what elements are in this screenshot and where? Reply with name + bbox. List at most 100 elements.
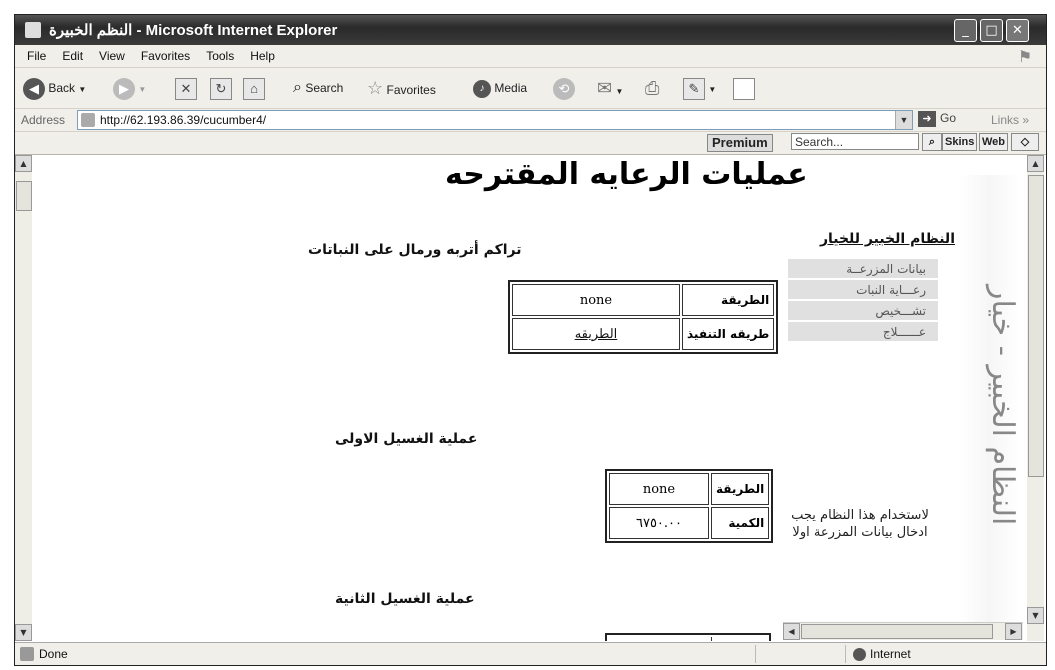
close-button[interactable]: ✕ <box>1006 19 1029 42</box>
links-label: Links <box>991 113 1020 127</box>
address-bar: Address http://62.193.86.39/cucumber4/ ▼… <box>15 109 1046 132</box>
diamond-icon[interactable]: ◇ <box>1011 133 1039 151</box>
edit-dropdown-icon: ▼ <box>708 85 717 94</box>
table-value: الطريقه <box>512 318 680 350</box>
history-button[interactable]: ⟲ <box>553 76 575 100</box>
scroll-down-icon[interactable]: ▼ <box>15 624 32 641</box>
care-table: الطريقة none طريقه التنفيذ الطريقه <box>508 280 779 354</box>
edit-button[interactable]: ✎ ▼ <box>683 76 716 100</box>
care-table: الطريقة none الكمية ٦٧٥٠.٠٠ <box>605 469 774 543</box>
history-icon: ⟲ <box>553 77 575 100</box>
stop-icon: ✕ <box>175 77 197 100</box>
toolbar-search-icon[interactable]: ⌕ <box>922 133 942 151</box>
links-button[interactable]: Links » <box>991 113 1029 127</box>
scroll-thumb[interactable] <box>1028 175 1044 477</box>
address-dropdown-icon[interactable]: ▼ <box>895 111 912 129</box>
table-key: الكمية <box>711 507 770 539</box>
window-title: النظم الخبيرة - Microsoft Internet Explo… <box>49 22 338 39</box>
status-divider <box>845 645 846 663</box>
go-label: Go <box>940 111 957 126</box>
back-label: Back <box>48 81 76 95</box>
search-icon: ⌕ <box>293 79 302 96</box>
maximize-button[interactable]: □ <box>980 19 1003 42</box>
sidebar-item-plant-care[interactable]: رعـــاية النبات <box>788 280 938 300</box>
scroll-thumb[interactable] <box>801 624 993 639</box>
table-row: الطريقة none <box>609 473 770 505</box>
mail-dropdown-icon: ▼ <box>615 87 624 96</box>
star-icon: ☆ <box>367 78 384 98</box>
table-key: الطريقة <box>682 284 775 316</box>
vertical-banner: النظام الخبير - خيار <box>960 175 1020 635</box>
section-heading: عملية الغسيل الاولى <box>335 431 478 447</box>
search-button[interactable]: ⌕ Search <box>293 76 343 100</box>
scroll-up-icon[interactable]: ▲ <box>15 155 32 172</box>
scroll-right-icon[interactable]: ▶ <box>1005 623 1022 640</box>
favorites-button[interactable]: ☆ Favorites <box>367 76 436 100</box>
title-bar: النظم الخبيرة - Microsoft Internet Explo… <box>15 15 1046 45</box>
menu-tools[interactable]: Tools <box>202 49 238 63</box>
table-row: الطريقة none <box>512 284 775 316</box>
status-bar: Done Internet <box>15 642 1046 665</box>
status-divider <box>755 645 756 663</box>
back-arrow-icon: ◀ <box>23 77 45 100</box>
print-button[interactable]: ⎙ <box>645 76 659 100</box>
sidebar-item-farm-data[interactable]: بيانات المزرعــة <box>788 259 938 279</box>
home-button[interactable]: ⌂ <box>243 76 265 100</box>
page-title: عمليات الرعايه المقترحه <box>445 157 808 192</box>
care-table <box>605 633 771 641</box>
forward-button[interactable]: ▶ ▼ <box>113 76 146 100</box>
print-icon: ⎙ <box>645 78 660 98</box>
globe-icon <box>853 648 866 662</box>
mail-button[interactable]: ✉ ▼ <box>597 76 623 100</box>
menu-view[interactable]: View <box>95 49 129 63</box>
premium-button[interactable]: Premium <box>707 134 773 152</box>
standard-toolbar: ◀ Back ▼ ▶ ▼ ✕ ↻ ⌂ ⌕ Search ☆ Favorites … <box>15 68 1046 109</box>
go-button[interactable]: ➜ Go <box>918 111 956 127</box>
sidebar-heading: النظام الخبير للخيار <box>819 231 955 247</box>
status-text: Done <box>39 647 68 661</box>
sidebar-item-diagnosis[interactable]: تشـــخيص <box>788 301 938 321</box>
menu-favorites[interactable]: Favorites <box>137 49 194 63</box>
toolbar-search-input[interactable]: Search... <box>791 133 919 150</box>
discuss-button[interactable] <box>733 76 755 100</box>
zone-label: Internet <box>870 647 911 661</box>
method-link[interactable]: الطريقه <box>575 327 618 342</box>
menu-edit[interactable]: Edit <box>58 49 87 63</box>
sidebar-note: لاستخدام هذا النظام يجب ادخال بيانات الم… <box>791 508 929 540</box>
stop-button[interactable]: ✕ <box>175 76 197 100</box>
scroll-thumb[interactable] <box>16 181 32 211</box>
right-frame-scrollbar[interactable]: ▲ ▼ <box>1027 155 1044 641</box>
minimize-button[interactable]: _ <box>954 19 977 42</box>
search-label: Search <box>305 81 344 95</box>
section-heading: عملية الغسيل الثانية <box>335 591 475 607</box>
web-button[interactable]: Web <box>979 133 1009 151</box>
page-icon <box>81 113 95 127</box>
search-toolbar: Premium Search... ⌕ Skins Web ◇ <box>15 132 1046 155</box>
mail-icon: ✉ <box>597 78 613 98</box>
scroll-up-icon[interactable]: ▲ <box>1027 155 1044 172</box>
skins-button[interactable]: Skins <box>942 133 978 151</box>
address-url: http://62.193.86.39/cucumber4/ <box>100 113 267 127</box>
scroll-left-icon[interactable]: ◀ <box>783 623 800 640</box>
table-value: none <box>609 473 709 505</box>
sidebar-item-treatment[interactable]: عــــــلاج <box>788 322 938 342</box>
forward-arrow-icon: ▶ <box>113 77 135 100</box>
media-button[interactable]: ♪ Media <box>473 76 527 100</box>
left-frame-scrollbar[interactable]: ▲ ▼ <box>15 155 32 641</box>
home-icon: ⌂ <box>243 77 265 100</box>
favorites-label: Favorites <box>386 83 436 97</box>
windows-logo-icon: ⚑ <box>1017 47 1033 66</box>
back-dropdown-icon: ▼ <box>78 85 87 94</box>
table-row: الكمية ٦٧٥٠.٠٠ <box>609 507 770 539</box>
menu-file[interactable]: File <box>23 49 50 63</box>
table-divider <box>711 637 712 641</box>
menu-help[interactable]: Help <box>246 49 279 63</box>
address-input[interactable]: http://62.193.86.39/cucumber4/ ▼ <box>77 110 913 130</box>
refresh-button[interactable]: ↻ <box>210 76 232 100</box>
scroll-down-icon[interactable]: ▼ <box>1027 607 1044 624</box>
sidebar-horizontal-scrollbar[interactable]: ◀ ▶ <box>783 622 1023 640</box>
table-row: طريقه التنفيذ الطريقه <box>512 318 775 350</box>
table-key: الطريقة <box>711 473 770 505</box>
table-key: طريقه التنفيذ <box>682 318 775 350</box>
back-button[interactable]: ◀ Back ▼ <box>23 76 86 100</box>
